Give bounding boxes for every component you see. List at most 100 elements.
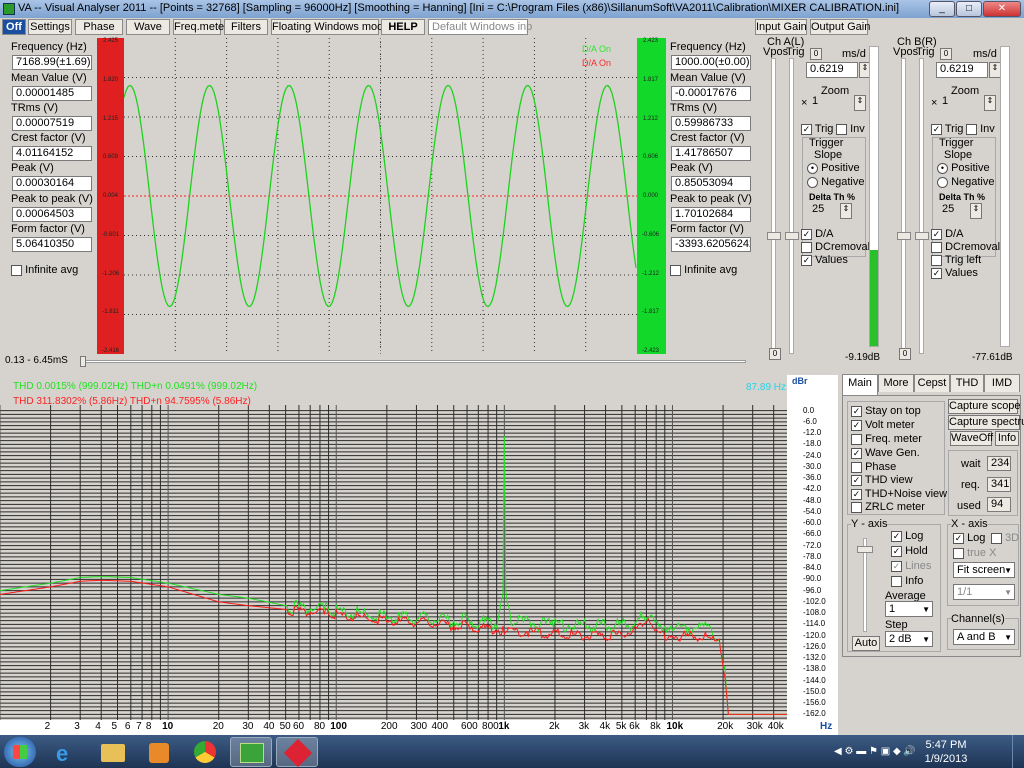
chA-delta-input[interactable]: 25 bbox=[809, 203, 839, 219]
phase-checkbox[interactable]: Phase bbox=[851, 461, 896, 473]
chB-da-checkbox[interactable]: ✓ D/A bbox=[931, 228, 963, 240]
maximize-button[interactable]: □ bbox=[956, 1, 982, 17]
input-gain-button[interactable]: Input Gain bbox=[755, 19, 807, 35]
freqmeter-button[interactable]: Freq.meter bbox=[173, 19, 228, 35]
settings-button[interactable]: Settings bbox=[28, 19, 72, 35]
oscilloscope[interactable] bbox=[124, 38, 637, 354]
chB-zoom-input[interactable]: 1 bbox=[939, 95, 983, 111]
windows-mode-select[interactable]: Default Windows inp bbox=[428, 19, 532, 35]
chB-delta-input[interactable]: 25 bbox=[939, 203, 969, 219]
chrome-taskbar-button[interactable] bbox=[184, 737, 226, 767]
chA-trig-checkbox[interactable]: ✓ Trig bbox=[801, 123, 833, 135]
tab-imd[interactable]: IMD bbox=[984, 374, 1020, 392]
ie-taskbar-button[interactable]: e bbox=[46, 737, 88, 767]
chA-msd-zero[interactable]: 0 bbox=[810, 48, 822, 60]
chA-msd-input[interactable]: 0.6219 bbox=[806, 62, 858, 78]
spectrum-plot[interactable] bbox=[0, 375, 787, 720]
tray-icons[interactable]: ◀ ⚙ ▬ ⚑ ▣ ◆ 🔊 bbox=[834, 746, 916, 757]
chA-da-checkbox[interactable]: ✓ D/A bbox=[801, 228, 833, 240]
y-log-checkbox[interactable]: ✓ Log bbox=[891, 530, 923, 542]
chA-zoom-input[interactable]: 1 bbox=[809, 95, 853, 111]
channels-select[interactable]: A and B bbox=[953, 629, 1015, 645]
show-desktop-button[interactable] bbox=[1012, 735, 1024, 768]
average-select[interactable]: 1 bbox=[885, 601, 933, 617]
help-button[interactable]: HELP bbox=[381, 19, 425, 35]
chB-positive-radio[interactable]: • Positive bbox=[937, 162, 990, 174]
chA-trig-thumb[interactable] bbox=[785, 232, 799, 240]
off-button[interactable]: Off bbox=[2, 19, 26, 35]
paint-taskbar-button[interactable] bbox=[276, 737, 318, 768]
chA-vpos-thumb[interactable] bbox=[767, 232, 781, 240]
chA-vpos-slider[interactable] bbox=[771, 58, 776, 354]
chB-trig-checkbox[interactable]: ✓ Trig bbox=[931, 123, 963, 135]
chA-negative-radio[interactable]: Negative bbox=[807, 176, 864, 188]
tab-thd[interactable]: THD bbox=[950, 374, 984, 392]
chA-positive-radio[interactable]: • Positive bbox=[807, 162, 860, 174]
step-select[interactable]: 2 dB bbox=[885, 631, 933, 647]
chB-vpos-thumb[interactable] bbox=[897, 232, 911, 240]
chB-msd-input[interactable]: 0.6219 bbox=[936, 62, 988, 78]
chB-msd-zero[interactable]: 0 bbox=[940, 48, 952, 60]
close-button[interactable]: ✕ bbox=[983, 1, 1021, 17]
time-slider-track[interactable] bbox=[80, 360, 746, 363]
freq-meter-checkbox[interactable]: Freq. meter bbox=[851, 433, 922, 445]
chA-inv-checkbox[interactable]: Inv bbox=[836, 123, 865, 135]
x-log-checkbox[interactable]: ✓ Log bbox=[953, 532, 985, 544]
chA-trig-slider[interactable] bbox=[789, 58, 794, 354]
stay-on-top-checkbox[interactable]: ✓ Stay on top bbox=[851, 405, 921, 417]
wave-button[interactable]: Wave bbox=[126, 19, 170, 35]
chB-inv-checkbox[interactable]: Inv bbox=[966, 123, 995, 135]
y-info-checkbox[interactable]: Info bbox=[891, 575, 923, 587]
chB-vpos-slider[interactable] bbox=[901, 58, 906, 354]
chA-zoom-spinner[interactable]: ⇕ bbox=[854, 95, 866, 111]
infinite-avg-checkbox[interactable]: Infinite avg bbox=[11, 264, 78, 276]
volt-meter-checkbox[interactable]: ✓ Volt meter bbox=[851, 419, 915, 431]
thd-noise-checkbox[interactable]: ✓ THD+Noise view bbox=[851, 488, 947, 500]
y-hold-checkbox[interactable]: ✓ Hold bbox=[891, 545, 928, 557]
auto-button[interactable]: Auto bbox=[852, 636, 880, 651]
waveoff-button[interactable]: WaveOff bbox=[950, 431, 993, 446]
spectrum-x-axis: Hz 2 3 4 5 6 7 8 10 20 30 40 50 60 80 100 200 300 400 600 8… bbox=[0, 720, 838, 735]
true-x-checkbox[interactable]: true X bbox=[953, 547, 996, 559]
chA-zero-button[interactable]: 0 bbox=[769, 348, 781, 360]
media-taskbar-button[interactable] bbox=[138, 737, 180, 767]
tab-more[interactable]: More bbox=[878, 374, 914, 392]
time-slider-thumb[interactable] bbox=[80, 356, 86, 367]
chB-trig-slider[interactable] bbox=[919, 58, 924, 354]
infinite-avg-checkbox[interactable]: Infinite avg bbox=[670, 264, 737, 276]
ratio-select[interactable]: 1/1 bbox=[953, 584, 1015, 600]
capture-scope-button[interactable]: Capture scope bbox=[948, 399, 1021, 414]
chA-values-checkbox[interactable]: ✓ Values bbox=[801, 254, 848, 266]
capture-spectrum-button[interactable]: Capture spectrum bbox=[948, 415, 1024, 430]
zrlc-checkbox[interactable]: ZRLC meter bbox=[851, 501, 925, 513]
tab-main[interactable]: Main bbox=[842, 374, 878, 396]
phase-button[interactable]: Phase bbox=[75, 19, 123, 35]
fit-screen-select[interactable]: Fit screen bbox=[953, 562, 1015, 578]
chB-zero-button[interactable]: 0 bbox=[899, 348, 911, 360]
wave-gen-checkbox[interactable]: ✓ Wave Gen. bbox=[851, 447, 920, 459]
chB-negative-radio[interactable]: Negative bbox=[937, 176, 994, 188]
minimize-button[interactable]: _ bbox=[929, 1, 955, 17]
spectrum-y-tick: -24.0 bbox=[803, 450, 822, 460]
tab-cepst[interactable]: Cepst bbox=[914, 374, 950, 392]
chB-trig-left-checkbox[interactable]: Trig left bbox=[931, 254, 981, 266]
y-lines-checkbox[interactable]: ✓ Lines bbox=[891, 560, 931, 572]
thd-view-checkbox[interactable]: ✓ THD view bbox=[851, 474, 913, 486]
chA-delta-spinner[interactable]: ⇕ bbox=[840, 203, 852, 219]
tray-clock[interactable]: 5:47 PM 1/9/2013 bbox=[916, 738, 976, 766]
chB-zoom-spinner[interactable]: ⇕ bbox=[984, 95, 996, 111]
start-button[interactable] bbox=[4, 737, 36, 767]
va-taskbar-button[interactable] bbox=[230, 737, 272, 767]
chA-dcremoval-checkbox[interactable]: DCremoval bbox=[801, 241, 870, 253]
floating-windows-button[interactable]: Floating Windows mode bbox=[271, 19, 389, 35]
info-button[interactable]: Info bbox=[995, 431, 1019, 446]
x-3d-checkbox[interactable]: 3D bbox=[991, 532, 1019, 544]
chB-dcremoval-checkbox[interactable]: DCremoval bbox=[931, 241, 1000, 253]
filters-button[interactable]: Filters bbox=[224, 19, 268, 35]
chB-values-checkbox[interactable]: ✓ Values bbox=[931, 267, 978, 279]
explorer-taskbar-button[interactable] bbox=[92, 737, 134, 767]
y-axis-slider-thumb[interactable] bbox=[857, 546, 873, 553]
chB-delta-spinner[interactable]: ⇕ bbox=[970, 203, 982, 219]
chB-trig-thumb[interactable] bbox=[915, 232, 929, 240]
output-gain-button[interactable]: Output Gain bbox=[810, 19, 870, 35]
